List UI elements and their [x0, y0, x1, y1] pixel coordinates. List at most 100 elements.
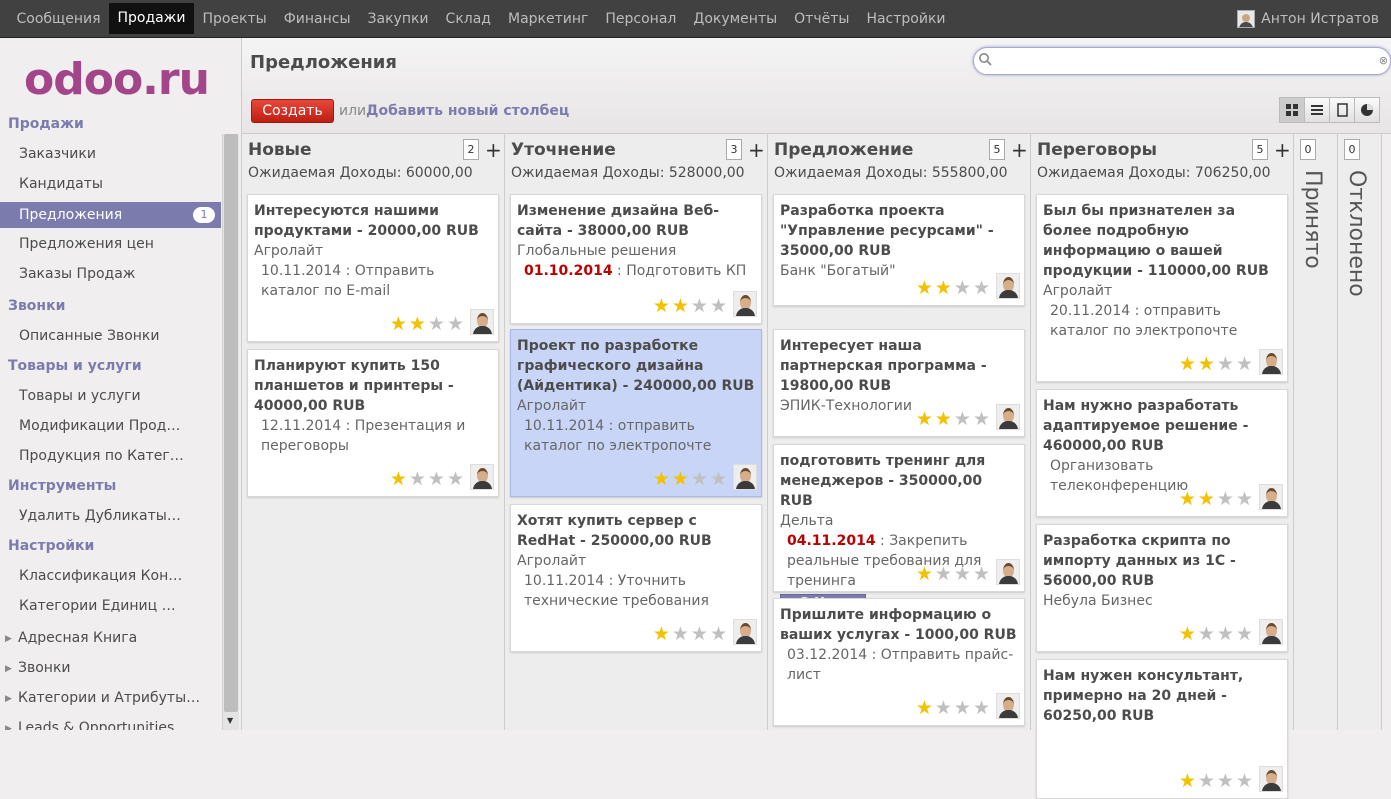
priority-stars[interactable]: ★★★★	[1179, 488, 1255, 510]
star-icon[interactable]: ★	[1179, 488, 1198, 510]
expand-arrow-icon[interactable]: ▶	[5, 634, 12, 644]
priority-stars[interactable]: ★★★★	[916, 277, 992, 299]
scroll-down-icon[interactable]: ▼	[227, 716, 233, 725]
sidebar-scrollbar[interactable]: ▼	[222, 134, 239, 730]
star-icon[interactable]: ★	[954, 563, 973, 585]
star-icon[interactable]: ★	[1179, 770, 1198, 792]
star-icon[interactable]: ★	[653, 295, 672, 317]
priority-stars[interactable]: ★★★★	[653, 295, 729, 317]
star-icon[interactable]: ★	[916, 277, 935, 299]
kanban-card[interactable]: подготовить тренинг для менеджеров - 350…	[773, 444, 1025, 613]
star-icon[interactable]: ★	[390, 468, 409, 490]
kanban-card[interactable]: Изменение дизайна Веб-сайта - 38000,00 R…	[510, 194, 762, 324]
add-column-link[interactable]: Добавить новый столбец	[366, 103, 569, 119]
card-title[interactable]: Интересуются нашими продуктами - 20000,0…	[254, 201, 492, 241]
priority-stars[interactable]: ★★★★	[390, 468, 466, 490]
star-icon[interactable]: ★	[935, 697, 954, 719]
sidebar-collapsible-item[interactable]: Адресная Книга	[18, 630, 137, 646]
clear-search-icon[interactable]: ⊗	[1379, 54, 1388, 67]
kanban-card[interactable]: Хотят купить сервер с RedHat - 250000,00…	[510, 504, 762, 652]
top-menu-item[interactable]: Закупки	[359, 0, 437, 38]
sidebar-collapsible-item[interactable]: Категории и Атрибуты…	[18, 690, 200, 706]
star-icon[interactable]: ★	[691, 295, 710, 317]
expand-arrow-icon[interactable]: ▶	[5, 724, 12, 730]
card-title[interactable]: Пришлите информацию о ваших услугах - 10…	[780, 605, 1018, 645]
star-icon[interactable]: ★	[973, 408, 992, 430]
logo[interactable]: odoo.ru	[24, 54, 210, 105]
folded-column[interactable]: 0 Принято	[1294, 134, 1338, 730]
priority-stars[interactable]: ★★★★	[653, 623, 729, 645]
card-title[interactable]: Хотят купить сервер с RedHat - 250000,00…	[517, 511, 755, 551]
sidebar-item[interactable]: Заказы Продаж	[19, 266, 184, 282]
sidebar-item[interactable]: Описанные Звонки	[19, 328, 184, 344]
sidebar-collapsible-item[interactable]: Leads & Opportunities	[18, 720, 174, 730]
star-icon[interactable]: ★	[1198, 353, 1217, 375]
sidebar-item[interactable]: Предложения 1	[0, 202, 221, 228]
card-title[interactable]: Нам нужно разработать адаптируемое решен…	[1043, 396, 1281, 456]
sidebar-item[interactable]: Заказчики	[19, 146, 184, 162]
create-button[interactable]: Создать	[251, 99, 334, 123]
top-menu-item[interactable]: Документы	[685, 0, 786, 38]
star-icon[interactable]: ★	[1236, 353, 1255, 375]
graph-icon[interactable]	[1354, 97, 1380, 123]
add-card-icon[interactable]: +	[1011, 139, 1028, 161]
star-icon[interactable]: ★	[954, 697, 973, 719]
top-menu-item[interactable]: Продажи	[109, 3, 194, 34]
expand-arrow-icon[interactable]: ▶	[5, 694, 12, 704]
star-icon[interactable]: ★	[1236, 770, 1255, 792]
star-icon[interactable]: ★	[390, 313, 409, 335]
priority-stars[interactable]: ★★★★	[916, 697, 992, 719]
sidebar-item[interactable]: Предложения цен	[19, 236, 184, 252]
kanban-icon[interactable]	[1279, 97, 1305, 123]
top-menu-item[interactable]: Маркетинг	[500, 0, 597, 38]
kanban-card[interactable]: Нам нужно разработать адаптируемое решен…	[1036, 389, 1288, 517]
priority-stars[interactable]: ★★★★	[916, 563, 992, 585]
star-icon[interactable]: ★	[672, 623, 691, 645]
scrollbar-thumb[interactable]	[224, 134, 238, 712]
kanban-card[interactable]: Пришлите информацию о ваших услугах - 10…	[773, 598, 1025, 726]
kanban-card[interactable]: Проект по разработке графического дизайн…	[510, 329, 762, 497]
form-icon[interactable]	[1329, 97, 1355, 123]
folded-column[interactable]: 0 Отклонено	[1338, 134, 1382, 730]
card-title[interactable]: подготовить тренинг для менеджеров - 350…	[780, 451, 1018, 511]
sidebar-item[interactable]: Товары и услуги	[19, 388, 184, 404]
star-icon[interactable]: ★	[1217, 770, 1236, 792]
priority-stars[interactable]: ★★★★	[916, 408, 992, 430]
star-icon[interactable]: ★	[954, 408, 973, 430]
star-icon[interactable]: ★	[672, 468, 691, 490]
star-icon[interactable]: ★	[447, 313, 466, 335]
star-icon[interactable]: ★	[409, 468, 428, 490]
sidebar-item[interactable]: Продукция по Категор…	[19, 448, 184, 464]
star-icon[interactable]: ★	[916, 697, 935, 719]
user-menu[interactable]: Антон Истратов	[1237, 0, 1379, 38]
card-title[interactable]: Проект по разработке графического дизайн…	[517, 336, 755, 396]
priority-stars[interactable]: ★★★★	[1179, 623, 1255, 645]
sidebar-item[interactable]: Кандидаты	[19, 176, 184, 192]
sidebar-item[interactable]: Удалить Дубликаты Ко…	[19, 508, 184, 524]
sidebar-item[interactable]: Классификация Конта…	[19, 568, 184, 584]
top-menu-item[interactable]: Сообщения	[8, 0, 109, 38]
star-icon[interactable]: ★	[653, 468, 672, 490]
star-icon[interactable]: ★	[916, 408, 935, 430]
star-icon[interactable]: ★	[428, 313, 447, 335]
star-icon[interactable]: ★	[447, 468, 466, 490]
search-input[interactable]: ⊗	[973, 47, 1391, 75]
kanban-card[interactable]: Нам нужен консультант, примерно на 20 дн…	[1036, 659, 1288, 799]
star-icon[interactable]: ★	[710, 623, 729, 645]
kanban-card[interactable]: Планируют купить 150 планшетов и принтер…	[247, 349, 499, 497]
top-menu-item[interactable]: Проекты	[194, 0, 275, 38]
star-icon[interactable]: ★	[710, 295, 729, 317]
star-icon[interactable]: ★	[973, 563, 992, 585]
card-title[interactable]: Нам нужен консультант, примерно на 20 дн…	[1043, 666, 1281, 726]
add-card-icon[interactable]: +	[748, 139, 765, 161]
priority-stars[interactable]: ★★★★	[1179, 770, 1255, 792]
list-icon[interactable]	[1304, 97, 1330, 123]
star-icon[interactable]: ★	[653, 623, 672, 645]
star-icon[interactable]: ★	[691, 623, 710, 645]
star-icon[interactable]: ★	[1198, 623, 1217, 645]
star-icon[interactable]: ★	[672, 295, 691, 317]
card-title[interactable]: Разработка скрипта по импорту данных из …	[1043, 531, 1281, 591]
top-menu-item[interactable]: Склад	[437, 0, 499, 38]
star-icon[interactable]: ★	[1179, 623, 1198, 645]
sidebar-item[interactable]: Модификации Продук…	[19, 418, 184, 434]
